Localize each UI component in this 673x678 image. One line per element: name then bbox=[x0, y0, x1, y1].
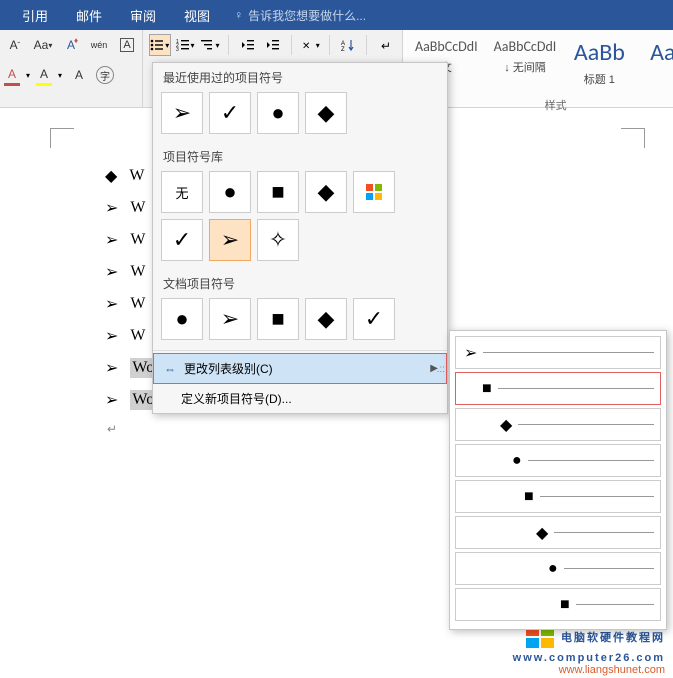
arrow-bullet-icon: ➢ bbox=[105, 326, 118, 346]
bullets-button[interactable]: ▾ bbox=[149, 34, 171, 56]
bullet-option-square[interactable]: ■ bbox=[257, 171, 299, 213]
highlight-caret[interactable]: ▾ bbox=[58, 71, 62, 80]
style-heading1[interactable]: AaBb 标题 1 bbox=[568, 34, 630, 91]
watermark: 电脑软硬件教程网 www.computer26.com www.liangshu… bbox=[513, 624, 665, 676]
svg-text:Z: Z bbox=[341, 47, 345, 52]
level-option-3[interactable]: ◆ bbox=[455, 408, 661, 441]
arrow-bullet-icon: ➢ bbox=[105, 198, 118, 218]
styles-caption: 样式 bbox=[411, 97, 673, 113]
level-option-6[interactable]: ◆ bbox=[455, 516, 661, 549]
enclose-char-button[interactable]: 字 bbox=[96, 66, 114, 84]
level-icon: ⇔ bbox=[164, 362, 176, 376]
bullet-option-check[interactable]: ✓ bbox=[161, 219, 203, 261]
bullet-option-diamond[interactable]: ◆ bbox=[305, 298, 347, 340]
font-color-button[interactable]: A bbox=[4, 64, 20, 86]
bullets-icon bbox=[150, 38, 164, 52]
grow-font-button[interactable]: A˘ bbox=[4, 34, 26, 56]
tab-view[interactable]: 视图 bbox=[170, 0, 224, 31]
arrow-bullet-icon: ➢ bbox=[105, 294, 118, 314]
bullet-option-check[interactable]: ✓ bbox=[209, 92, 251, 134]
sort-button[interactable]: AZ bbox=[337, 34, 358, 56]
ribbon-font-group: A˘ Aa▾ A♦ wén A A ▾ A ▾ A 字 bbox=[0, 30, 143, 107]
outdent-icon bbox=[241, 38, 255, 52]
pilcrow-icon: ↵ bbox=[379, 38, 393, 52]
asian-layout-button[interactable]: ✕▾ bbox=[300, 34, 321, 56]
numbering-button[interactable]: 123 ▾ bbox=[175, 34, 196, 56]
phonetic-guide-button[interactable]: wén bbox=[88, 34, 110, 56]
recent-bullets-heading: 最近使用过的项目符号 bbox=[153, 63, 447, 92]
bullet-option-arrow[interactable]: ➢ bbox=[209, 219, 251, 261]
bullet-option-star4[interactable]: ✧ bbox=[257, 219, 299, 261]
arrow-bullet-icon: ➢ bbox=[105, 390, 118, 410]
bullets-dropdown-menu: 最近使用过的项目符号 ➢ ✓ ● ◆ 项目符号库 无 ● ■ ◆ ✓ ➢ ✧ 文… bbox=[152, 62, 448, 414]
tell-me-text: 告诉我您想要做什么... bbox=[248, 7, 366, 24]
char-border-button[interactable]: A bbox=[116, 34, 138, 56]
numbering-icon: 123 bbox=[176, 38, 190, 52]
arrow-bullet-icon: ➢ bbox=[105, 230, 118, 250]
bullet-option-windows[interactable] bbox=[353, 171, 395, 213]
level-option-7[interactable]: ● bbox=[455, 552, 661, 585]
bullet-option-disc[interactable]: ● bbox=[161, 298, 203, 340]
highlight-button[interactable]: A bbox=[36, 64, 52, 86]
bullet-option-diamond[interactable]: ◆ bbox=[305, 171, 347, 213]
svg-text:3: 3 bbox=[176, 47, 179, 52]
svg-text:✕: ✕ bbox=[302, 41, 310, 52]
lightbulb-icon: ♀ bbox=[234, 8, 243, 22]
tab-references[interactable]: 引用 bbox=[8, 0, 62, 31]
level-option-2[interactable]: ■ bbox=[455, 372, 661, 405]
char-shading-button[interactable]: A bbox=[68, 64, 90, 86]
bullet-option-square[interactable]: ■ bbox=[257, 298, 299, 340]
clear-formatting-button[interactable]: A♦ bbox=[60, 34, 82, 56]
caret-icon: ▾ bbox=[165, 41, 169, 50]
bullet-library-heading: 项目符号库 bbox=[153, 142, 447, 171]
page-corner-guide bbox=[621, 128, 645, 148]
sort-icon: AZ bbox=[341, 38, 355, 52]
define-new-bullet-item[interactable]: 定义新项目符号(D)... bbox=[153, 384, 447, 413]
level-option-4[interactable]: ● bbox=[455, 444, 661, 477]
outdent-button[interactable] bbox=[237, 34, 258, 56]
multilevel-icon bbox=[200, 38, 214, 52]
page-corner-guide bbox=[50, 128, 74, 148]
svg-text:↵: ↵ bbox=[381, 39, 391, 52]
bullet-option-check[interactable]: ✓ bbox=[353, 298, 395, 340]
tab-mailings[interactable]: 邮件 bbox=[62, 0, 116, 31]
indent-button[interactable] bbox=[262, 34, 283, 56]
font-color-caret[interactable]: ▾ bbox=[26, 71, 30, 80]
level-option-5[interactable]: ■ bbox=[455, 480, 661, 513]
bullet-option-diamond[interactable]: ◆ bbox=[305, 92, 347, 134]
doc-bullets-heading: 文档项目符号 bbox=[153, 269, 447, 298]
level-option-1[interactable]: ➢ bbox=[455, 336, 661, 369]
style-no-spacing[interactable]: AaBbCcDdI ↓ 无间隔 bbox=[490, 34, 561, 79]
arrow-bullet-icon: ➢ bbox=[105, 262, 118, 282]
tell-me-hint[interactable]: ♀ 告诉我您想要做什么... bbox=[234, 7, 366, 24]
tab-review[interactable]: 审阅 bbox=[116, 0, 170, 31]
resize-grip-icon: .:: bbox=[437, 364, 445, 375]
bullet-option-arrow[interactable]: ➢ bbox=[209, 298, 251, 340]
level-option-8[interactable]: ■ bbox=[455, 588, 661, 621]
asian-icon: ✕ bbox=[301, 38, 315, 52]
multilevel-button[interactable]: ▾ bbox=[200, 34, 221, 56]
list-level-flyout: ➢ ■ ◆ ● ■ ◆ ● ■ bbox=[449, 330, 667, 630]
paragraph-mark: ↵ bbox=[105, 422, 218, 437]
arrow-bullet-icon: ➢ bbox=[105, 358, 118, 378]
style-heading2[interactable]: AaB bbox=[638, 34, 673, 71]
bullet-option-arrow[interactable]: ➢ bbox=[161, 92, 203, 134]
diamond-bullet-icon: ◆ bbox=[105, 166, 117, 186]
show-marks-button[interactable]: ↵ bbox=[375, 34, 396, 56]
change-list-level-item[interactable]: ⇔ 更改列表级别(C) ▶ bbox=[153, 353, 447, 384]
bullet-option-disc[interactable]: ● bbox=[257, 92, 299, 134]
bullet-option-disc[interactable]: ● bbox=[209, 171, 251, 213]
change-case-button[interactable]: Aa▾ bbox=[32, 34, 54, 56]
ribbon-tabs-bar: 引用 邮件 审阅 视图 ♀ 告诉我您想要做什么... bbox=[0, 0, 673, 30]
bullet-option-none[interactable]: 无 bbox=[161, 171, 203, 213]
indent-icon bbox=[266, 38, 280, 52]
